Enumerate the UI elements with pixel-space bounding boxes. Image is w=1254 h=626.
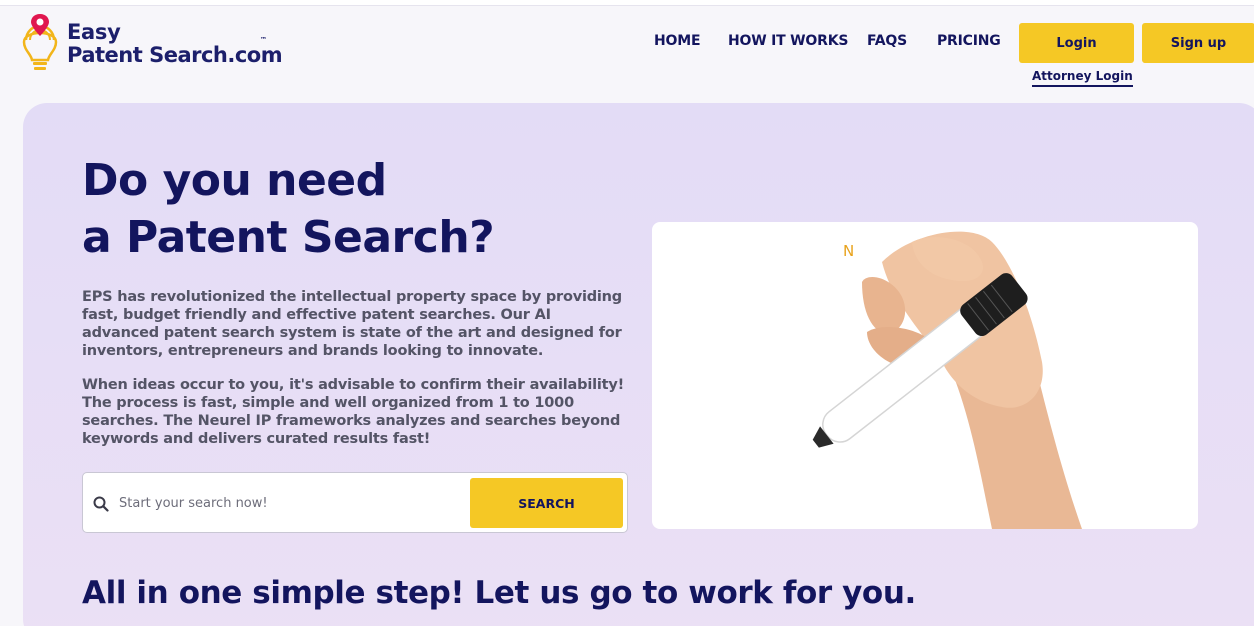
lightbulb-pin-icon	[22, 14, 58, 70]
signup-button[interactable]: Sign up	[1142, 23, 1254, 63]
nav-pricing[interactable]: PRICING	[937, 33, 1001, 49]
search-box: SEARCH	[82, 472, 628, 533]
hero-title-line2: a Patent Search?	[82, 212, 495, 263]
top-border	[0, 0, 1254, 6]
hand-holding-marker-illustration	[812, 231, 1082, 529]
video-handwritten-letter: N	[843, 242, 855, 260]
nav-faqs[interactable]: FAQS	[867, 33, 907, 49]
trademark-mark: ™	[260, 36, 267, 44]
nav-how-it-works[interactable]: HOW IT WORKS	[728, 33, 848, 49]
section-subheading: All in one simple step! Let us go to wor…	[82, 575, 916, 611]
video-panel[interactable]: N	[652, 222, 1198, 529]
hero-paragraph-2: When ideas occur to you, it's advisable …	[82, 377, 625, 447]
login-button[interactable]: Login	[1019, 23, 1134, 63]
hero-title-line1: Do you need	[82, 155, 387, 206]
logo-text-easy: Easy	[67, 20, 121, 44]
search-icon	[93, 496, 109, 512]
search-input[interactable]	[119, 485, 459, 521]
nav-home[interactable]: HOME	[654, 33, 701, 49]
attorney-login-link[interactable]: Attorney Login	[1032, 69, 1133, 87]
search-button[interactable]: SEARCH	[470, 478, 623, 528]
hero-paragraph-1: EPS has revolutionized the intellectual …	[82, 289, 622, 359]
site-logo[interactable]: Easy Patent Search.com ™	[20, 12, 290, 74]
logo-text-domain: Patent Search.com	[67, 43, 283, 67]
hero-title: Do you need a Patent Search?	[82, 152, 622, 266]
